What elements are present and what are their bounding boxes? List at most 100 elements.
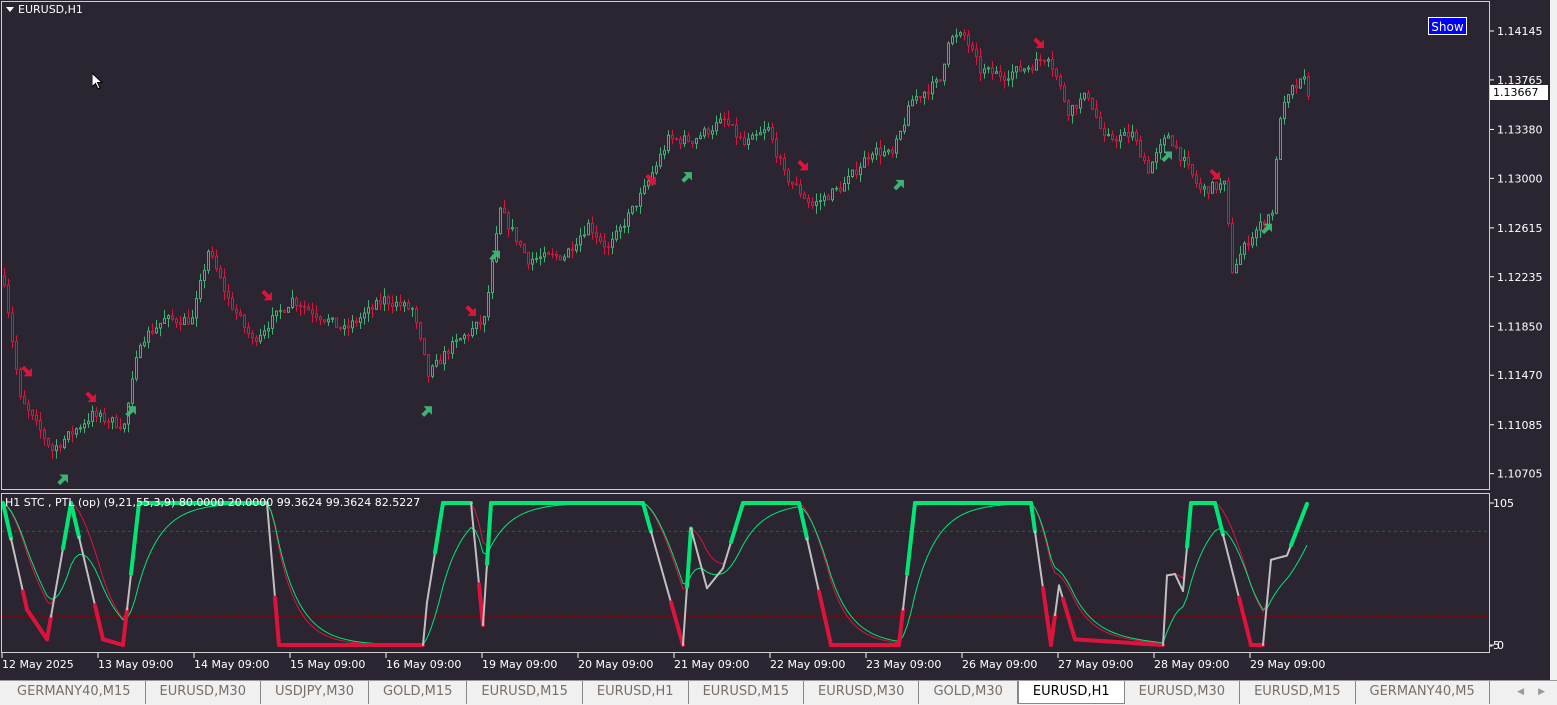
stc-segment: [669, 600, 677, 619]
stc-segment: [1034, 530, 1040, 561]
bull-candle: [1255, 226, 1258, 247]
candle-body: [139, 345, 142, 359]
candle-body: [443, 350, 446, 365]
tab-eurusd-m15[interactable]: EURUSD,M15: [1240, 681, 1356, 704]
candle-body: [423, 338, 426, 355]
candle-body: [903, 124, 906, 132]
bear-candle: [1139, 135, 1142, 158]
candle-body: [183, 317, 186, 326]
candle-body: [1307, 76, 1310, 97]
stc-segment: [694, 542, 700, 560]
stc-segment: [50, 592, 56, 618]
bull-candle: [643, 178, 646, 196]
tab-eurusd-m15[interactable]: EURUSD,M15: [467, 681, 583, 704]
show-button[interactable]: Show: [1428, 17, 1467, 35]
candle-body: [483, 316, 486, 325]
tab-eurusd-m30[interactable]: EURUSD,M30: [1125, 681, 1241, 704]
bull-candle: [195, 290, 198, 327]
candle-body: [579, 235, 582, 246]
candle-body: [611, 238, 614, 248]
bear-candle: [591, 216, 594, 240]
chart-canvas[interactable]: 1.141451.137651.133801.130001.126151.122…: [0, 0, 1557, 680]
candle-body: [667, 134, 670, 152]
tab-eurusd-m30[interactable]: EURUSD,M30: [804, 681, 920, 704]
candle-body: [419, 322, 422, 340]
tab-usdjpy-m30[interactable]: USDJPY,M30: [261, 681, 369, 704]
bull-candle: [79, 424, 82, 433]
candle-body: [547, 252, 550, 255]
candle-body: [731, 124, 734, 126]
candle-body: [1103, 127, 1106, 136]
candle-body: [655, 165, 658, 174]
candle-body: [1115, 138, 1118, 142]
candle-body: [759, 132, 762, 136]
bear-candle: [607, 242, 610, 256]
bull-candle: [935, 77, 938, 89]
bull-candle: [1291, 84, 1294, 99]
bear-candle: [1067, 99, 1070, 121]
candle-body: [1075, 104, 1078, 109]
stc-segment: [817, 589, 825, 612]
tab-eurusd-m30[interactable]: EURUSD,M30: [146, 681, 261, 704]
bear-candle: [339, 326, 342, 331]
chart-title[interactable]: EURUSD,H1: [6, 3, 83, 16]
tab-scroll-next-icon[interactable]: ▶: [1538, 681, 1545, 705]
bull-candle: [623, 218, 626, 234]
candle-body: [1083, 92, 1086, 100]
candle-body: [707, 128, 710, 135]
buy-arrow-icon: [681, 172, 692, 183]
tab-germany40-m15[interactable]: GERMANY40,M15: [3, 681, 146, 704]
stc-segment: [658, 558, 664, 575]
stc-segment: [698, 557, 704, 575]
bull-candle: [851, 169, 854, 179]
bear-candle: [1215, 181, 1218, 194]
tab-scroll-prev-icon[interactable]: ◀: [1517, 681, 1524, 705]
time-axis-label: 16 May 09:00: [386, 658, 461, 671]
candle-body: [755, 134, 758, 136]
bear-candle: [39, 412, 42, 439]
bear-candle: [1179, 147, 1182, 167]
tab-gold-m15[interactable]: GOLD,M15: [369, 681, 468, 704]
candle-body: [503, 207, 506, 214]
candle-body: [607, 246, 610, 248]
candle-body: [967, 34, 970, 46]
bear-candle: [427, 353, 430, 383]
tab-gold-m30[interactable]: GOLD,M30: [919, 681, 1018, 704]
candle-body: [107, 421, 110, 423]
stc-segment: [682, 585, 688, 646]
price-axis-label: 1.13380: [1497, 123, 1543, 136]
tab-eurusd-m15[interactable]: EURUSD,M15: [689, 681, 805, 704]
chart-window[interactable]: 1.14145 1.13765 1.13380 1.13000 1.12615 1.122…: [0, 0, 1557, 680]
bear-candle: [1143, 152, 1146, 164]
candle-body: [643, 185, 646, 194]
indicator-plot: [1, 501, 1489, 647]
time-axis-label: 27 May 09:00: [1058, 658, 1133, 671]
candle-body: [1211, 181, 1214, 194]
bear-candle: [731, 124, 734, 127]
price-axis-label: 1.11470: [1497, 369, 1543, 382]
candle-body: [1199, 182, 1202, 190]
candle-body: [795, 183, 798, 186]
bull-candle: [1235, 258, 1238, 274]
candle-body: [323, 319, 326, 323]
time-axis-label: 13 May 09:00: [98, 658, 173, 671]
bull-candle: [167, 314, 170, 328]
candle-body: [975, 48, 978, 58]
candle-body: [631, 205, 634, 214]
candle-body: [603, 240, 606, 248]
tab-germany40-m5[interactable]: GERMANY40,M5: [1356, 681, 1490, 704]
stc-segment: [673, 614, 681, 633]
candle-body: [1271, 212, 1274, 216]
stc-segment: [825, 625, 833, 647]
time-axis-label: 29 May 09:00: [1250, 658, 1325, 671]
tab-eurusd-h1[interactable]: EURUSD,H1: [583, 681, 689, 704]
tab-eurusd-h1[interactable]: EURUSD,H1: [1017, 681, 1125, 704]
dropdown-triangle-icon[interactable]: [6, 7, 14, 12]
bull-candle: [1151, 161, 1154, 174]
arrow-shape: [1033, 37, 1044, 49]
bear-candle: [603, 233, 606, 255]
stc-segment: [58, 547, 64, 573]
candle-body: [1031, 67, 1034, 71]
candle-body: [739, 136, 742, 139]
bear-candle: [71, 425, 74, 443]
